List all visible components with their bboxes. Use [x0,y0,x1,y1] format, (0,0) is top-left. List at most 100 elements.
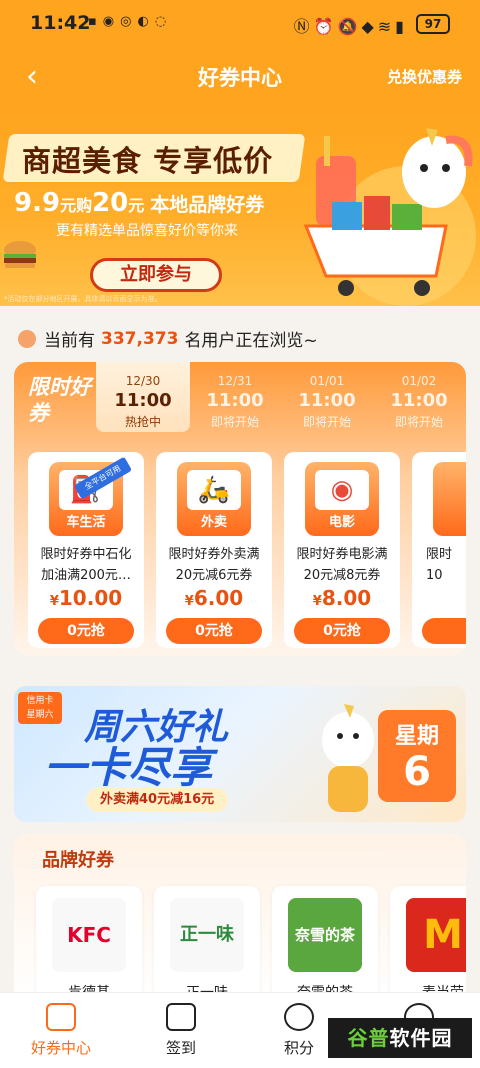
tab-checkin[interactable]: 签到 [136,1003,226,1058]
tab-coupon-center[interactable]: 好券中心 [16,1003,106,1058]
coupon-icon [46,1003,76,1031]
time-tab-status: 即将开始 [210,415,259,429]
browsing-count: 当前有 337,373 名用户正在浏览~ [18,326,318,351]
time-tab-date: 12/30 [125,374,161,388]
coupon-card[interactable]: 🛵 外卖 限时好券外卖满 20元减6元券 ¥6.00 0元抢 [156,452,272,648]
brand-card-kfc[interactable]: KFC 肯德基 [36,886,142,1004]
tab-label: 签到 [165,1039,196,1057]
offer-price: 9.9 [14,188,61,218]
price-value: 10.00 [58,586,123,610]
grab-coupon-button[interactable]: 0元抢 [166,618,262,644]
hero-subtitle: 更有精选单品惊喜好价等你来 [56,223,238,239]
film-reel-icon: ◉ [330,475,354,505]
brand-card-naixue[interactable]: 奈雪的茶 奈雪的茶 [272,886,378,1004]
calendar-word: 星期 [394,724,439,749]
offer-desc: 本地品牌好券 [150,194,265,216]
shopping-cart-mascot-illustration [303,128,476,306]
price-symbol: ¥ [184,594,194,609]
coupon-category: 车生活 [66,515,106,530]
coupon-price: ¥8.00 [284,586,400,610]
coupon-name-line: 20元减6元券 [175,568,253,583]
time-tab-1[interactable]: 12/30 11:00 热抢中 [96,362,190,432]
weekend-credit-card-banner[interactable]: 信用卡 星期六 周六好礼 一卡尽享 外卖满40元减16元 星期 6 [14,686,466,822]
grab-coupon-button[interactable]: 0元抢 [294,618,390,644]
flash-sale-time-tabs: 12/30 11:00 热抢中 12/31 11:00 即将开始 01/01 1… [96,362,466,440]
time-tab-date: 01/01 [309,374,345,388]
time-tab-time: 11:00 [390,390,448,411]
time-tab-date: 12/31 [217,374,253,388]
grab-coupon-button[interactable] [422,618,466,644]
coupon-name-line: 限时 [426,547,453,562]
watermark-text: 软件园 [389,1026,453,1050]
zhengyiwei-logo-icon: 正一味 [170,898,244,972]
time-tab-time: 11:00 [206,390,264,411]
tab-label: 好券中心 [30,1039,91,1057]
unicorn-mascot-icon [322,704,374,812]
coupon-name: 限时好券电影满 20元减8元券 [284,544,400,586]
hero-banner[interactable]: 商超美食 专享低价 9.9元购20元 本地品牌好券 更有精选单品惊喜好价等你来 立… [0,108,480,306]
kfc-logo-icon: KFC [52,898,126,972]
badge-line: 信用卡 [26,696,54,706]
naixue-logo-icon: 奈雪的茶 [288,898,362,972]
hero-headline: 商超美食 专享低价 [22,144,274,178]
battery-icon: 97 [416,14,450,34]
coupon-price: ¥6.00 [156,586,272,610]
scooter-icon: 🛵 [197,475,231,505]
credit-card-badge: 信用卡 星期六 [18,692,62,724]
coupon-name-line: 加油满200元… [41,568,131,583]
coupon-carousel[interactable]: ⛽ 车生活 全平台可用 限时好券中石化 加油满200元… ¥10.00 0元抢 … [28,452,466,648]
coupon-category-icon [433,462,466,536]
leaf-icon [18,329,36,348]
brand-card-zhengyiwei[interactable]: 正一味 正一味 [154,886,260,1004]
badge-line: 星期六 [26,710,54,720]
coupon-name: 限时 10 [412,544,466,586]
status-bar: 11:42 ▪◉◎◐◌ Ⓝ⏰🔕◆≋▮ 97 [0,0,480,46]
offer-unit1: 元购 [60,196,93,215]
brand-list[interactable]: KFC 肯德基 正一味 正一味 奈雪的茶 奈雪的茶 M 麦当劳 [36,886,466,1004]
coupon-card[interactable]: ⛽ 车生活 全平台可用 限时好券中石化 加油满200元… ¥10.00 0元抢 [28,452,144,648]
time-tab-date: 01/02 [401,374,437,388]
brand-coupons-section: 品牌好券 KFC 肯德基 正一味 正一味 奈雪的茶 奈雪的茶 M 麦当劳 [14,834,466,1004]
coupon-name-line: 20元减8元券 [303,568,381,583]
time-tab-3[interactable]: 01/01 11:00 即将开始 [280,362,374,432]
coupon-name-line: 10 [426,568,443,583]
site-watermark: 谷普软件园 [328,1018,472,1058]
coupon-card[interactable]: ◉ 电影 限时好券电影满 20元减8元券 ¥8.00 0元抢 [284,452,400,648]
coupon-name-line: 限时好券电影满 [296,547,388,562]
price-symbol: ¥ [49,594,59,609]
coupon-price: ¥10.00 [28,586,144,610]
brand-card-mcdonalds[interactable]: M 麦当劳 [390,886,466,1004]
flash-sale-label: 限时好券 [28,375,91,425]
time-tab-time: 11:00 [298,390,356,411]
star-icon [284,1003,314,1031]
grab-coupon-button[interactable]: 0元抢 [38,618,134,644]
price-value: 8.00 [321,586,372,610]
mcdonalds-logo-icon: M [406,898,466,972]
coupon-name-line: 限时好券中石化 [40,547,132,562]
time-tab-status: 热抢中 [124,415,161,429]
notification-icons: ▪◉◎◐◌ [88,14,173,29]
hero-fine-print: *活动仅在部分地区开展，具体请以页面显示为准。 [4,295,162,303]
flash-sale-section: 限时好券 12/30 11:00 热抢中 12/31 11:00 即将开始 01… [14,362,466,656]
time-tab-status: 即将开始 [394,415,443,429]
status-time: 11:42 [30,12,91,34]
system-icons: Ⓝ⏰🔕◆≋▮ [293,17,408,36]
offer-unit2: 元 [128,196,145,215]
time-tab-time: 11:00 [114,390,172,411]
time-tab-2[interactable]: 12/31 11:00 即将开始 [188,362,282,432]
coupon-card-partial[interactable]: 限时 10 [412,452,466,648]
coupon-category: 电影 [328,515,355,530]
time-tab-4[interactable]: 01/02 11:00 即将开始 [372,362,466,432]
hero-offer: 9.9元购20元 本地品牌好券 [14,188,264,218]
time-tab-status: 即将开始 [302,415,351,429]
browsing-suffix: 名用户正在浏览~ [184,331,318,351]
calendar-check-icon [166,1003,196,1031]
price-value: 6.00 [193,586,244,610]
redeem-coupon-link[interactable]: 兑换优惠券 [387,66,462,87]
coupon-category: 外卖 [200,515,227,530]
calendar-number: 6 [403,749,431,795]
nav-bar: ‹ 好券中心 兑换优惠券 [0,46,480,108]
coupon-name: 限时好券外卖满 20元减6元券 [156,544,272,586]
burger-icon [4,241,36,268]
join-now-button[interactable]: 立即参与 [90,258,222,292]
